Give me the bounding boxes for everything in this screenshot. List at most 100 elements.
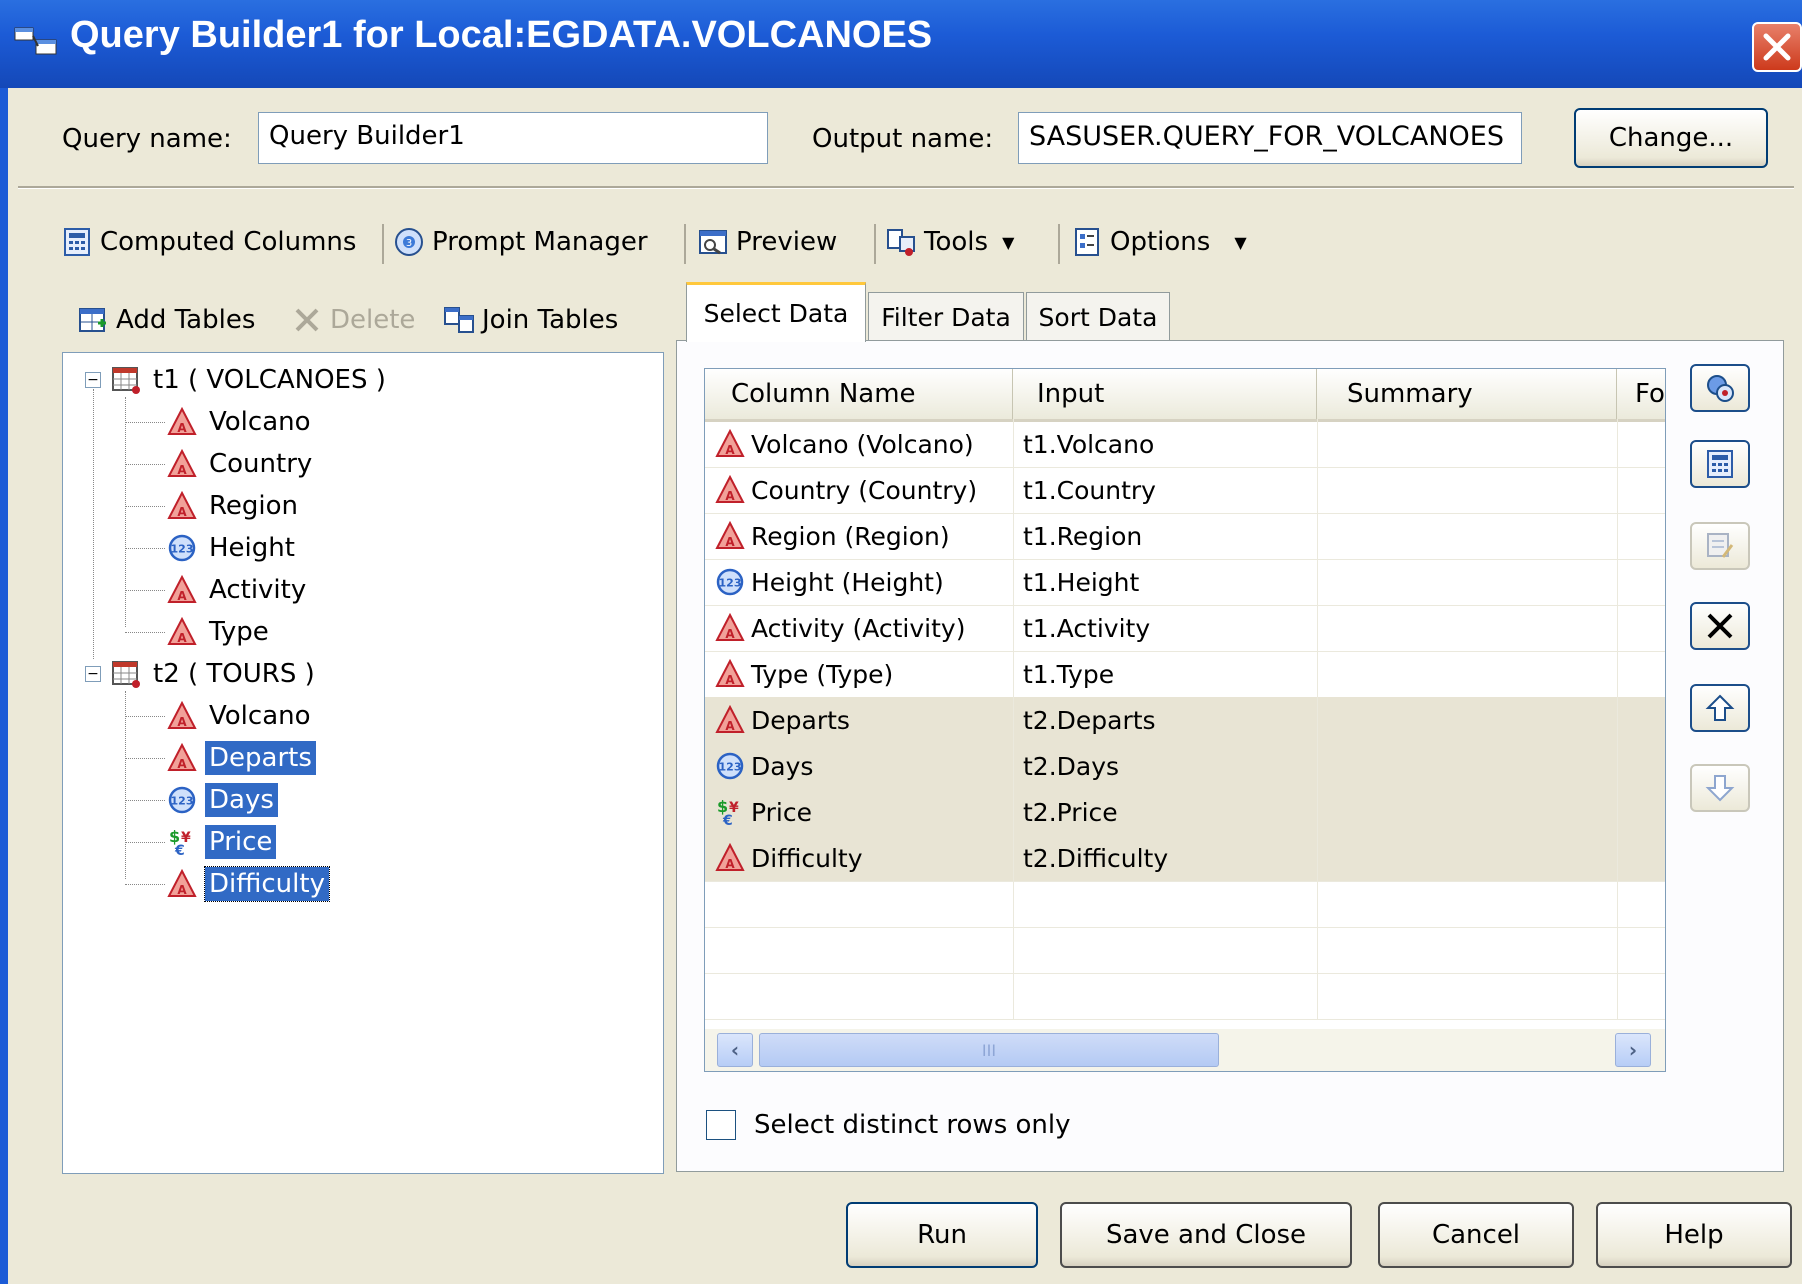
tab-filter-data[interactable]: Filter Data: [868, 292, 1024, 342]
column-header-input[interactable]: Input: [1013, 369, 1317, 419]
tables-tree-panel[interactable]: − t1 ( VOLCANOES ) A Volcano A Country A Region…: [62, 352, 664, 1174]
input-cell[interactable]: t1.Activity: [1023, 605, 1150, 651]
column-name-cell[interactable]: $ ¥ € Price: [715, 789, 812, 835]
input-cell[interactable]: t1.Volcano: [1023, 421, 1154, 467]
table-row[interactable]: A Departs t2.Departs: [705, 697, 1665, 744]
svg-text:€: €: [174, 843, 185, 857]
input-cell[interactable]: t2.Departs: [1023, 697, 1156, 743]
cancel-button[interactable]: Cancel: [1378, 1202, 1574, 1268]
input-cell[interactable]: t1.Country: [1023, 467, 1156, 513]
column-name-cell[interactable]: 123 Days: [715, 743, 813, 789]
empty-row[interactable]: [705, 973, 1665, 1020]
collapse-toggle-icon[interactable]: −: [85, 666, 101, 682]
column-header-format[interactable]: Fo: [1617, 369, 1665, 419]
computed-column-button[interactable]: [1690, 440, 1750, 488]
move-down-button[interactable]: [1690, 764, 1750, 812]
tree-column-node[interactable]: A Volcano: [167, 697, 315, 735]
tree-connector: [125, 506, 165, 507]
table-row[interactable]: A Country (Country) t1.Country: [705, 467, 1665, 514]
save-and-close-button[interactable]: Save and Close: [1060, 1202, 1352, 1268]
character-column-icon: A: [715, 658, 745, 689]
tree-column-node[interactable]: A Region: [167, 487, 302, 525]
character-column-icon: A: [715, 842, 745, 873]
tab-select-data[interactable]: Select Data: [686, 282, 866, 342]
table-row[interactable]: A Activity (Activity) t1.Activity: [705, 605, 1665, 652]
tree-column-node[interactable]: 123 Height: [167, 529, 299, 567]
empty-row[interactable]: [705, 927, 1665, 974]
table-row[interactable]: A Difficulty t2.Difficulty: [705, 835, 1665, 882]
delete-button[interactable]: Delete: [292, 300, 415, 340]
tree-column-node[interactable]: A Type: [167, 613, 273, 651]
column-name-cell[interactable]: A Type (Type): [715, 651, 893, 697]
join-tables-button[interactable]: Join Tables: [444, 300, 618, 340]
table-row[interactable]: A Type (Type) t1.Type: [705, 651, 1665, 698]
table-row[interactable]: A Volcano (Volcano) t1.Volcano: [705, 421, 1665, 468]
table-row[interactable]: A Region (Region) t1.Region: [705, 513, 1665, 560]
input-cell[interactable]: t2.Days: [1023, 743, 1119, 789]
tree-column-node[interactable]: $ ¥ € Price: [167, 823, 277, 861]
tools-menu-button[interactable]: Tools ▼: [886, 222, 1014, 262]
column-name-text: Activity (Activity): [751, 613, 966, 643]
scroll-right-icon[interactable]: ›: [1615, 1033, 1651, 1067]
scroll-left-icon[interactable]: ‹: [717, 1033, 753, 1067]
column-name-text: Country (Country): [751, 475, 978, 505]
tab-sort-data[interactable]: Sort Data: [1026, 292, 1170, 342]
delete-label: Delete: [330, 305, 416, 335]
column-header-summary[interactable]: Summary: [1317, 369, 1617, 419]
input-cell[interactable]: t1.Type: [1023, 651, 1114, 697]
select-data-grid[interactable]: Column Name Input Summary Fo A Volcano (V…: [704, 368, 1666, 1072]
svg-text:A: A: [177, 715, 187, 729]
collapse-toggle-icon[interactable]: −: [85, 372, 101, 388]
input-cell[interactable]: t2.Difficulty: [1023, 835, 1168, 881]
character-column-icon: A: [715, 428, 745, 459]
character-column-icon: A: [715, 704, 745, 735]
input-cell[interactable]: t2.Price: [1023, 789, 1118, 835]
table-row[interactable]: $ ¥ € Price t2.Price: [705, 789, 1665, 836]
options-menu-button[interactable]: Options ▼: [1072, 222, 1247, 262]
distinct-rows-checkbox[interactable]: [706, 1110, 736, 1140]
tree-column-node[interactable]: 123 Days: [167, 781, 278, 819]
prompt-manager-button[interactable]: 3 Prompt Manager: [394, 222, 648, 262]
preview-label: Preview: [736, 227, 838, 257]
tree-column-node[interactable]: A Difficulty: [167, 865, 330, 903]
tree-table-node[interactable]: t1 ( VOLCANOES ): [111, 361, 390, 399]
query-name-input[interactable]: Query Builder1: [258, 112, 768, 164]
tree-column-node[interactable]: A Activity: [167, 571, 310, 609]
column-name-cell[interactable]: A Country (Country): [715, 467, 977, 513]
input-cell[interactable]: t1.Height: [1023, 559, 1139, 605]
table-row[interactable]: 123 Days t2.Days: [705, 743, 1665, 790]
change-button[interactable]: Change...: [1574, 108, 1768, 168]
preview-button[interactable]: Preview: [698, 222, 837, 262]
column-name-cell[interactable]: A Difficulty: [715, 835, 863, 881]
close-button[interactable]: [1752, 22, 1802, 72]
column-name-cell[interactable]: A Activity (Activity): [715, 605, 965, 651]
computed-columns-button[interactable]: Computed Columns: [62, 222, 356, 262]
tree-column-node[interactable]: A Volcano: [167, 403, 315, 441]
input-cell[interactable]: t1.Region: [1023, 513, 1142, 559]
table-row[interactable]: 123 Height (Height) t1.Height: [705, 559, 1665, 606]
tree-table-node[interactable]: t2 ( TOURS ): [111, 655, 319, 693]
character-column-icon: A: [715, 474, 745, 505]
empty-row[interactable]: [705, 881, 1665, 928]
column-name-cell[interactable]: 123 Height (Height): [715, 559, 944, 605]
column-name-cell[interactable]: A Volcano (Volcano): [715, 421, 974, 467]
edit-button[interactable]: [1690, 522, 1750, 570]
tree-column-node[interactable]: A Country: [167, 445, 316, 483]
title-bar[interactable]: Query Builder1 for Local:EGDATA.VOLCANOE…: [0, 0, 1802, 88]
tree-column-node[interactable]: A Departs: [167, 739, 316, 777]
help-button[interactable]: Help: [1596, 1202, 1792, 1268]
column-name-cell[interactable]: A Region (Region): [715, 513, 950, 559]
scroll-thumb[interactable]: III: [759, 1033, 1219, 1067]
delete-column-button[interactable]: [1690, 602, 1750, 650]
move-up-button[interactable]: [1690, 684, 1750, 732]
horizontal-scrollbar[interactable]: ‹ III ›: [705, 1029, 1665, 1071]
output-name-input[interactable]: SASUSER.QUERY_FOR_VOLCANOES: [1018, 112, 1522, 164]
run-button[interactable]: Run: [846, 1202, 1038, 1268]
properties-button[interactable]: [1690, 364, 1750, 412]
column-header-column-name[interactable]: Column Name: [705, 369, 1013, 419]
table-icon: [111, 365, 141, 395]
column-name-cell[interactable]: A Departs: [715, 697, 850, 743]
move-down-icon: [1705, 775, 1735, 802]
distinct-rows-label[interactable]: Select distinct rows only: [754, 1110, 1071, 1140]
add-tables-button[interactable]: Add Tables: [78, 300, 255, 340]
